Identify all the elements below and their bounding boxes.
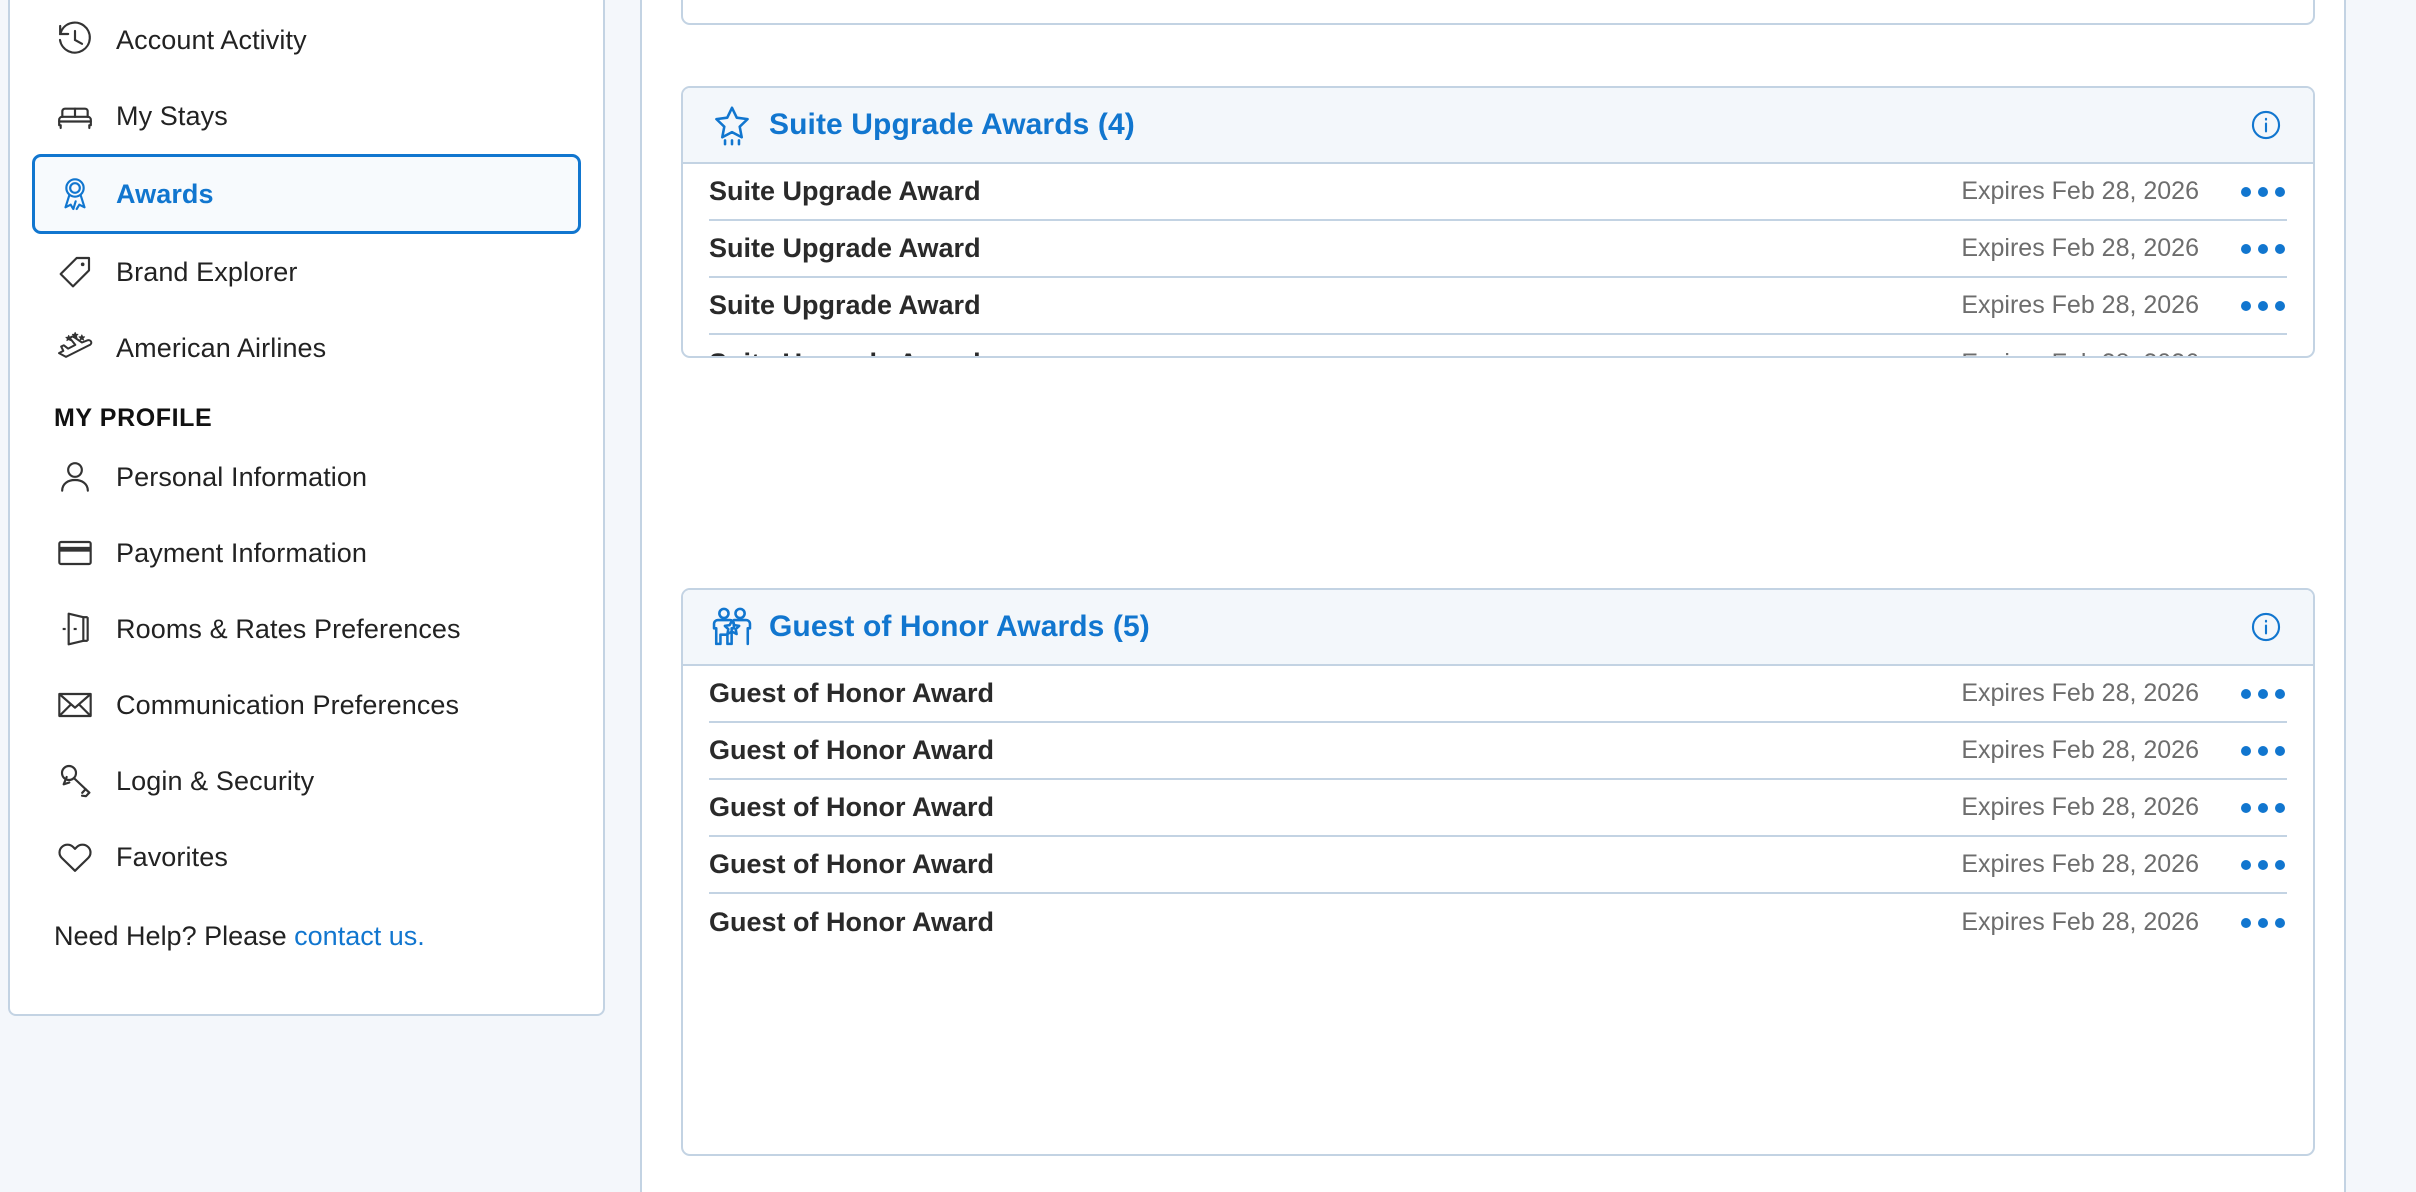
guest-of-honor-awards-card: Guest of Honor Awards (5) Guest of Honor… (681, 588, 2315, 1156)
airplane-stars-icon (54, 327, 96, 369)
sidebar-item-label: American Airlines (116, 332, 327, 363)
tag-icon (54, 251, 96, 293)
award-expiry: Expires Feb 28, 2026 (1961, 736, 2199, 764)
sidebar-item-rooms-rates-preferences[interactable]: Rooms & Rates Preferences (32, 591, 581, 667)
section-title: Suite Upgrade Awards (4) (769, 108, 1135, 141)
door-icon (54, 608, 96, 650)
row-meta: Expires Feb 28, 2026 (1961, 908, 2287, 937)
sidebar-item-my-stays[interactable]: My Stays (32, 78, 581, 154)
table-row[interactable]: Suite Upgrade Award Expires Feb 28, 2026 (709, 335, 2287, 356)
kebab-menu-icon[interactable] (2239, 243, 2287, 254)
heart-icon (54, 836, 96, 878)
sidebar-item-label: Communication Preferences (116, 689, 460, 720)
kebab-menu-icon[interactable] (2239, 745, 2287, 756)
star-suite-icon (709, 102, 755, 148)
suite-upgrade-awards-rows: Suite Upgrade Award Expires Feb 28, 2026… (683, 164, 2313, 356)
award-ribbon-icon (54, 173, 96, 215)
table-row[interactable]: Guest of Honor Award Expires Feb 28, 202… (709, 780, 2287, 837)
sidebar-navigation-card: Account Activity My Stays Awards Brand E… (8, 0, 605, 1016)
row-meta: Expires Feb 28, 2026 (1961, 793, 2287, 822)
kebab-menu-icon[interactable] (2239, 917, 2287, 928)
contact-us-link[interactable]: contact us. (294, 921, 425, 951)
sidebar-item-personal-information[interactable]: Personal Information (32, 439, 581, 515)
sidebar-item-label: Awards (116, 178, 214, 209)
row-meta: Expires Feb 28, 2026 (1961, 234, 2287, 263)
award-expiry: Expires Feb 28, 2026 (1961, 291, 2199, 319)
envelope-icon (54, 684, 96, 726)
section-title: Guest of Honor Awards (5) (769, 610, 1150, 643)
sidebar-item-label: Personal Information (116, 461, 368, 492)
main-content: Suite Upgrade Awards (4) Suite Upgrade A… (681, 0, 2315, 1192)
row-meta: Expires Feb 28, 2026 (1961, 679, 2287, 708)
sidebar-item-label: Rooms & Rates Preferences (116, 613, 461, 644)
previous-awards-card-partial (681, 0, 2315, 25)
award-expiry: Expires Feb 28, 2026 (1961, 349, 2199, 356)
sidebar-section-title: MY PROFILE (54, 404, 213, 432)
table-row[interactable]: Suite Upgrade Award Expires Feb 28, 2026 (709, 164, 2287, 221)
award-name: Suite Upgrade Award (709, 348, 981, 356)
sidebar-item-awards[interactable]: Awards (32, 154, 581, 234)
need-help-text: Need Help? Please contact us. (54, 921, 603, 952)
info-circle-icon[interactable] (2249, 610, 2283, 644)
guest-of-honor-awards-header: Guest of Honor Awards (5) (683, 590, 2313, 666)
sidebar-item-american-airlines[interactable]: American Airlines (32, 310, 581, 386)
row-meta: Expires Feb 28, 2026 (1961, 736, 2287, 765)
award-expiry: Expires Feb 28, 2026 (1961, 234, 2199, 262)
row-meta: Expires Feb 28, 2026 (1961, 177, 2287, 206)
info-circle-icon[interactable] (2249, 108, 2283, 142)
kebab-menu-icon[interactable] (2239, 688, 2287, 699)
sidebar-item-brand-explorer[interactable]: Brand Explorer (32, 234, 581, 310)
sidebar-item-label: Login & Security (116, 765, 315, 796)
row-meta: Expires Feb 28, 2026 (1961, 349, 2287, 356)
need-help-label: Need Help? Please (54, 921, 295, 951)
person-icon (54, 456, 96, 498)
table-row[interactable]: Guest of Honor Award Expires Feb 28, 202… (709, 723, 2287, 780)
sidebar-item-label: Brand Explorer (116, 256, 298, 287)
credit-card-icon (54, 532, 96, 574)
award-expiry: Expires Feb 28, 2026 (1961, 679, 2199, 707)
sidebar-item-communication-preferences[interactable]: Communication Preferences (32, 667, 581, 743)
row-meta: Expires Feb 28, 2026 (1961, 850, 2287, 879)
award-expiry: Expires Feb 28, 2026 (1961, 908, 2199, 936)
table-row[interactable]: Guest of Honor Award Expires Feb 28, 202… (709, 666, 2287, 723)
sidebar-item-label: Account Activity (116, 24, 307, 55)
kebab-menu-icon[interactable] (2239, 859, 2287, 870)
table-row[interactable]: Guest of Honor Award Expires Feb 28, 202… (709, 837, 2287, 894)
award-name: Guest of Honor Award (709, 907, 995, 937)
award-expiry: Expires Feb 28, 2026 (1961, 793, 2199, 821)
sidebar-item-login-security[interactable]: Login & Security (32, 743, 581, 819)
award-name: Suite Upgrade Award (709, 176, 981, 206)
sidebar-item-label: Payment Information (116, 537, 368, 568)
sidebar-item-label: Favorites (116, 841, 228, 872)
award-name: Suite Upgrade Award (709, 233, 981, 263)
sidebar-item-label: My Stays (116, 100, 228, 131)
kebab-menu-icon[interactable] (2239, 186, 2287, 197)
kebab-menu-icon[interactable] (2239, 802, 2287, 813)
table-row[interactable]: Suite Upgrade Award Expires Feb 28, 2026 (709, 278, 2287, 335)
key-icon (54, 760, 96, 802)
right-gutter-background (2346, 0, 2416, 1192)
row-meta: Expires Feb 28, 2026 (1961, 291, 2287, 320)
sidebar-item-account-activity[interactable]: Account Activity (32, 2, 581, 78)
award-name: Suite Upgrade Award (709, 290, 981, 320)
award-expiry: Expires Feb 28, 2026 (1961, 177, 2199, 205)
award-name: Guest of Honor Award (709, 735, 995, 765)
history-clock-icon (54, 19, 96, 61)
bed-icon (54, 95, 96, 137)
award-name: Guest of Honor Award (709, 678, 995, 708)
award-name: Guest of Honor Award (709, 849, 995, 879)
kebab-menu-icon[interactable] (2239, 300, 2287, 311)
suite-upgrade-awards-header: Suite Upgrade Awards (4) (683, 88, 2313, 164)
suite-upgrade-awards-card: Suite Upgrade Awards (4) Suite Upgrade A… (681, 86, 2315, 358)
awards-page: Account Activity My Stays Awards Brand E… (0, 0, 2416, 1192)
guest-of-honor-awards-rows: Guest of Honor Award Expires Feb 28, 202… (683, 666, 2313, 951)
sidebar-item-payment-information[interactable]: Payment Information (32, 515, 581, 591)
table-row[interactable]: Guest of Honor Award Expires Feb 28, 202… (709, 894, 2287, 951)
rail-divider (640, 0, 642, 1192)
award-name: Guest of Honor Award (709, 792, 995, 822)
sidebar-item-favorites[interactable]: Favorites (32, 819, 581, 895)
two-people-star-icon (709, 604, 755, 650)
table-row[interactable]: Suite Upgrade Award Expires Feb 28, 2026 (709, 221, 2287, 278)
award-expiry: Expires Feb 28, 2026 (1961, 850, 2199, 878)
